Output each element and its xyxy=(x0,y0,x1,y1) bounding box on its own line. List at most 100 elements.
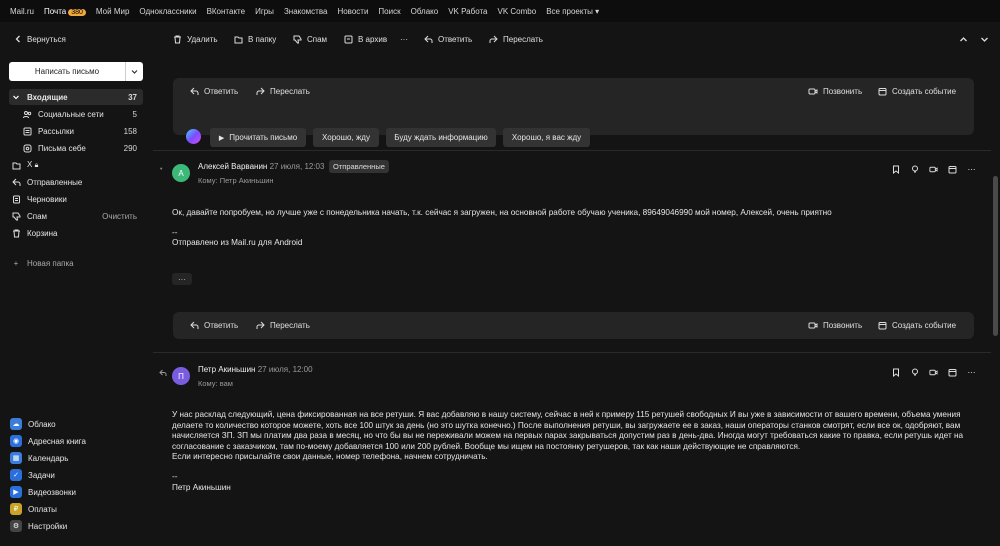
next-message-button[interactable] xyxy=(980,35,989,44)
lightbulb-icon[interactable] xyxy=(910,368,919,377)
forward-icon xyxy=(256,321,265,330)
message1-sender[interactable]: Алексей Варванин 27 июля, 12:03 xyxy=(198,162,324,171)
read-letter-button[interactable]: ▶ Прочитать письмо xyxy=(210,128,306,147)
delete-button[interactable]: Удалить xyxy=(173,35,218,44)
calendar-icon[interactable] xyxy=(948,368,957,377)
app-label: Задачи xyxy=(28,470,55,480)
forward-button[interactable]: Переслать xyxy=(489,35,543,44)
more-dots-icon[interactable]: ⋯ xyxy=(967,165,976,174)
panel-forward-button[interactable]: Переслать xyxy=(256,321,310,330)
bookmark-icon[interactable] xyxy=(891,368,900,377)
move-to-folder-button[interactable]: В папку xyxy=(234,35,276,44)
quick-reply-label: Хорошо, я вас жду xyxy=(511,133,582,142)
folder-count: 158 xyxy=(123,126,137,136)
folder-tag-sent[interactable]: Отправленные xyxy=(329,160,389,173)
new-folder-button[interactable]: + Новая папка xyxy=(9,255,143,271)
show-quoted-button[interactable]: ··· xyxy=(172,273,192,285)
quick-reply-3[interactable]: Хорошо, я вас жду xyxy=(503,128,590,147)
folder-x[interactable]: X 🔒︎ xyxy=(9,157,143,173)
scrollbar-thumb[interactable] xyxy=(993,176,998,336)
panel-call-button[interactable]: Позвонить xyxy=(808,87,862,96)
message-date: 27 июля, 12:03 xyxy=(269,162,325,171)
app-calendar[interactable]: ▦ Календарь xyxy=(10,450,68,466)
message-toolbar: Вернуться Удалить В папку Спам В архив ·… xyxy=(0,22,1000,56)
bookmark-icon[interactable] xyxy=(891,165,900,174)
nav-cloud[interactable]: Облако xyxy=(411,7,439,16)
app-video-calls[interactable]: ▶ Видеозвонки xyxy=(10,484,76,500)
nav-search[interactable]: Поиск xyxy=(378,7,400,16)
video-call-icon[interactable] xyxy=(929,165,938,174)
folder-spam[interactable]: Спам Очистить xyxy=(9,208,143,224)
app-label: Видеозвонки xyxy=(28,487,76,497)
nav-dating[interactable]: Знакомства xyxy=(284,7,328,16)
archive-button[interactable]: В архив xyxy=(344,35,387,44)
folder-sent[interactable]: Отправленные xyxy=(9,174,143,190)
signature-dash: -- xyxy=(172,227,178,237)
chevron-down-icon xyxy=(9,93,23,101)
folder-trash[interactable]: Корзина xyxy=(9,225,143,241)
panel-reply-button[interactable]: Ответить xyxy=(190,321,238,330)
portal-top-nav: Mail.ru Почта 380 Мой Мир Одноклассники В… xyxy=(0,0,1000,22)
lightbulb-icon[interactable] xyxy=(910,165,919,174)
new-folder-label: Новая папка xyxy=(27,258,74,268)
back-button[interactable]: Вернуться xyxy=(14,35,66,44)
scrollbar[interactable] xyxy=(991,56,1000,546)
self-mail-icon xyxy=(20,144,34,153)
folder-newsletters[interactable]: Рассылки 158 xyxy=(20,123,143,139)
quick-reply-1[interactable]: Хорошо, жду xyxy=(313,128,379,147)
app-tasks[interactable]: ✓ Задачи xyxy=(10,467,55,483)
app-settings[interactable]: ⚙ Настройки xyxy=(10,518,67,534)
app-payments[interactable]: ₽ Оплаты xyxy=(10,501,57,517)
plus-icon: + xyxy=(13,258,19,268)
nav-news[interactable]: Новости xyxy=(337,7,368,16)
ai-assistant-icon[interactable] xyxy=(186,129,201,144)
reply-button[interactable]: Ответить xyxy=(424,35,472,44)
calendar-icon[interactable] xyxy=(948,165,957,174)
avatar: А xyxy=(172,164,190,182)
quick-reply-2[interactable]: Буду ждать информацию xyxy=(386,128,496,147)
folder-to-self[interactable]: Письма себе 290 xyxy=(20,140,143,156)
app-cloud[interactable]: ☁ Облако xyxy=(10,416,56,432)
nav-vk-combo[interactable]: VK Combo xyxy=(498,7,537,16)
folder-name: X 🔒︎ xyxy=(23,160,143,170)
signature: Отправлено из Mail.ru для Android xyxy=(172,238,303,248)
more-actions-button[interactable]: ··· xyxy=(400,35,408,44)
compose-menu-chevron-icon[interactable] xyxy=(125,62,143,81)
app-address-book[interactable]: ◉ Адресная книга xyxy=(10,433,86,449)
nav-vk-work[interactable]: VK Работа xyxy=(448,7,487,16)
nav-moi-mir[interactable]: Мой Мир xyxy=(96,7,129,16)
folder-icon xyxy=(9,161,23,170)
panel-reply-button[interactable]: Ответить xyxy=(190,87,238,96)
nav-mail[interactable]: Почта 380 xyxy=(44,7,86,16)
reply-label: Ответить xyxy=(438,34,473,44)
message2-sender[interactable]: Петр Акиньшин 27 июля, 12:00 xyxy=(198,365,313,374)
folder-drafts[interactable]: Черновики xyxy=(9,191,143,207)
nav-vkontakte[interactable]: ВКонтакте xyxy=(207,7,246,16)
panel-forward-button[interactable]: Переслать xyxy=(256,87,310,96)
payments-icon: ₽ xyxy=(10,503,22,515)
panel-call-label: Позвонить xyxy=(823,87,863,96)
compose-button[interactable]: Написать письмо xyxy=(9,62,143,81)
prev-message-button[interactable] xyxy=(959,35,968,44)
video-call-icon[interactable] xyxy=(929,368,938,377)
spam-icon xyxy=(9,212,23,221)
thumb-down-icon xyxy=(293,35,302,44)
clear-spam-button[interactable]: Очистить xyxy=(102,212,143,221)
folder-inbox[interactable]: Входящие 37 xyxy=(9,89,143,105)
sender-name: Алексей Варванин xyxy=(198,162,268,171)
nav-all-projects[interactable]: Все проекты ▾ xyxy=(546,7,599,16)
folder-count: 290 xyxy=(123,143,137,153)
nav-mailru[interactable]: Mail.ru xyxy=(10,7,34,16)
panel-create-event-button[interactable]: Создать событие xyxy=(878,321,956,330)
nav-games[interactable]: Игры xyxy=(255,7,274,16)
back-label: Вернуться xyxy=(27,34,66,44)
spam-button[interactable]: Спам xyxy=(293,35,327,44)
trash-icon xyxy=(9,229,23,238)
more-dots-icon[interactable]: ⋯ xyxy=(967,368,976,377)
folder-name: Письма себе xyxy=(38,143,86,153)
panel-call-button[interactable]: Позвонить xyxy=(808,321,862,330)
nav-odnoklassniki[interactable]: Одноклассники xyxy=(139,7,196,16)
folder-social[interactable]: Социальные сети 5 xyxy=(20,106,143,122)
signature-dash: -- xyxy=(172,471,178,481)
panel-create-event-button[interactable]: Создать событие xyxy=(878,87,956,96)
